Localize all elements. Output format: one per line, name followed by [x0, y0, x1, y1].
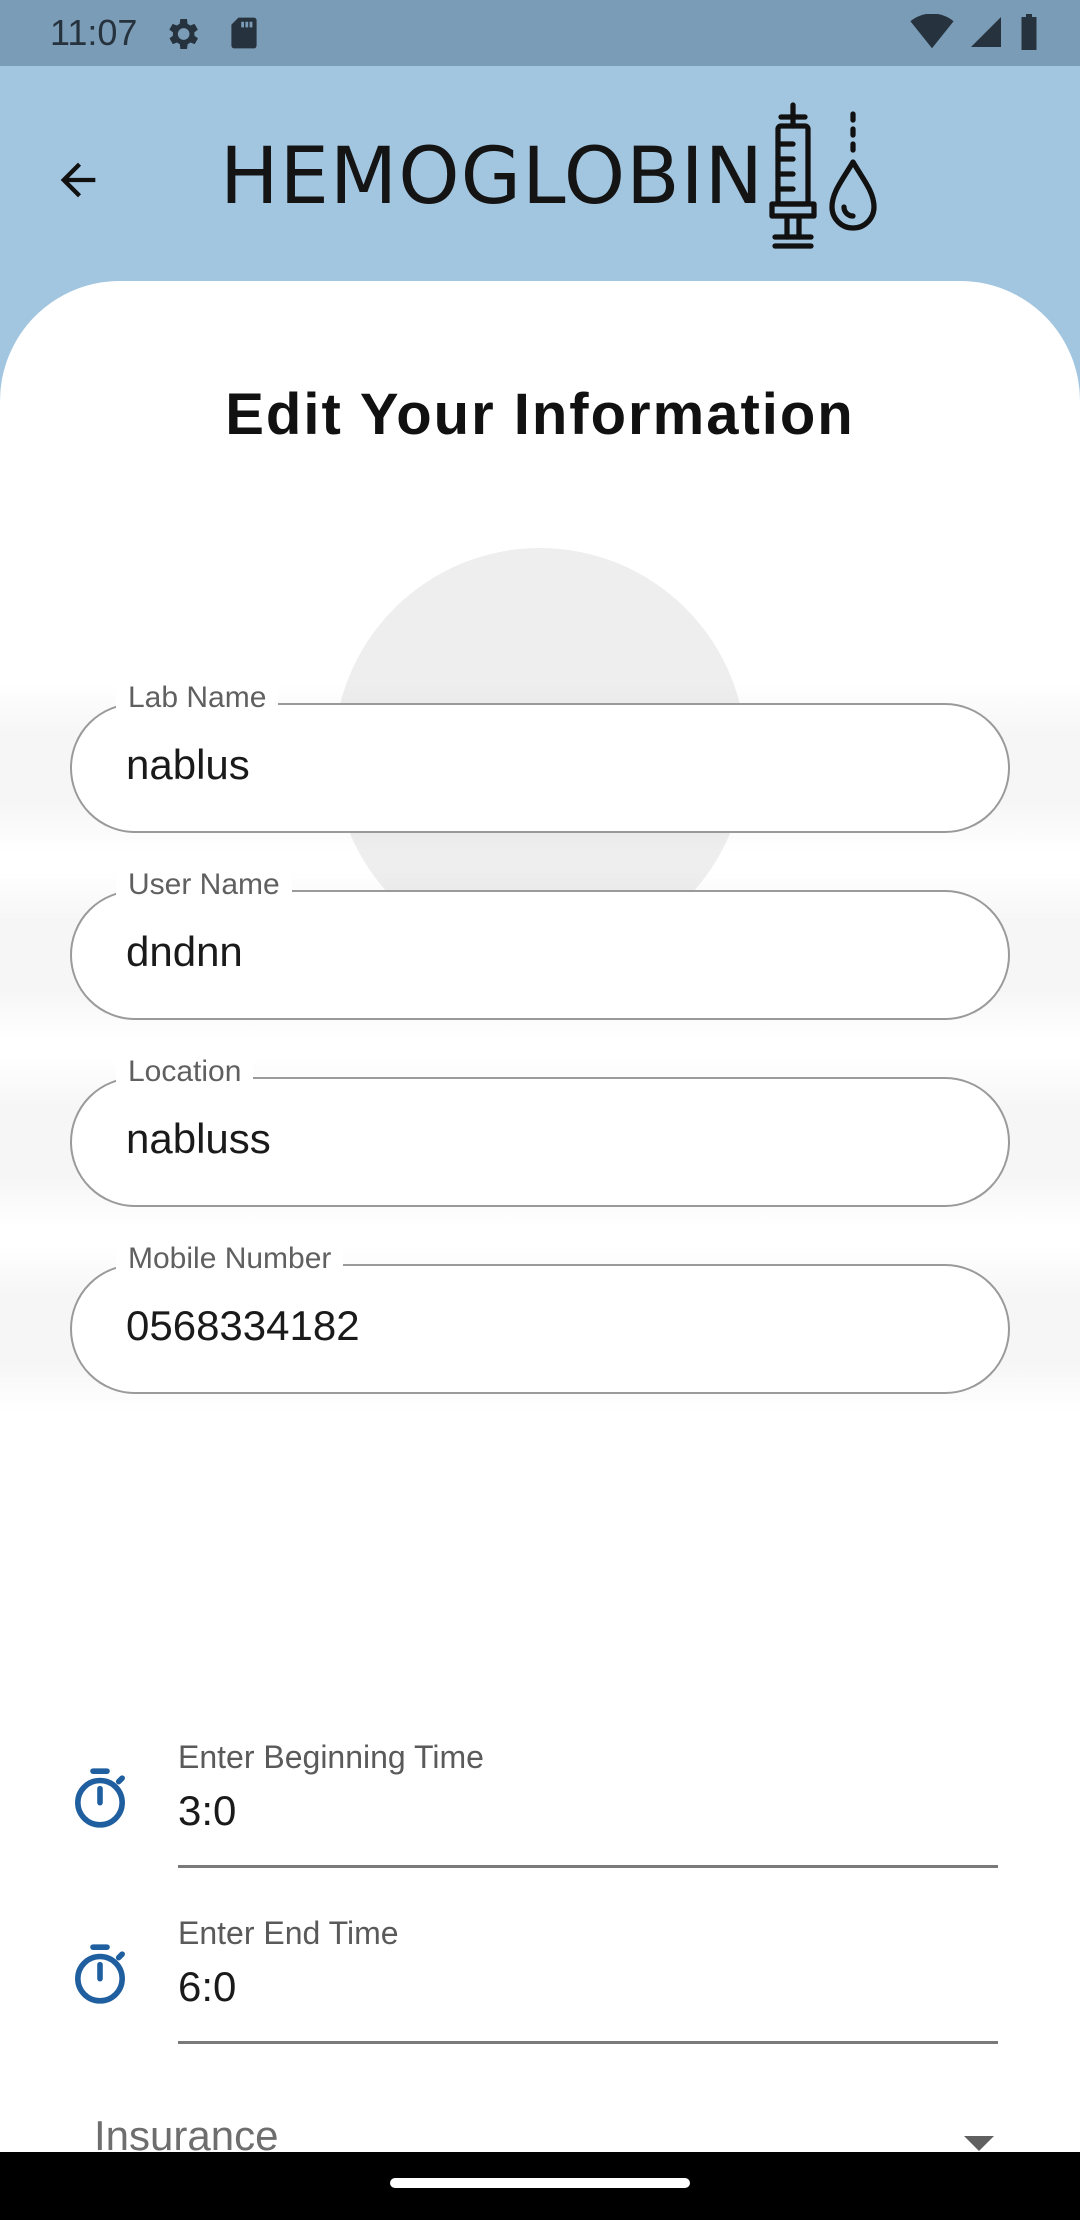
- location-value: nabluss: [126, 1115, 271, 1162]
- user-name-value: dndnn: [126, 928, 243, 975]
- mobile-number-label: Mobile Number: [116, 1242, 344, 1276]
- app-bar: HEMOGLOBIN: [0, 66, 1080, 281]
- back-button[interactable]: [38, 140, 118, 220]
- begin-time-row[interactable]: Enter Beginning Time 3:0: [0, 1739, 1080, 1889]
- location-field[interactable]: Location nabluss: [70, 1055, 1010, 1207]
- lab-name-value: nablus: [126, 741, 250, 788]
- mobile-number-field[interactable]: Mobile Number 0568334182: [70, 1242, 1010, 1394]
- status-icons: [910, 14, 1040, 50]
- begin-time-value: 3:0: [178, 1787, 237, 1834]
- lab-name-field[interactable]: Lab Name nablus: [70, 681, 1010, 833]
- logo-text: HEMOGLOBIN: [220, 132, 765, 222]
- mobile-number-value: 0568334182: [126, 1302, 360, 1349]
- user-name-label: User Name: [116, 868, 292, 902]
- settings-icon: [169, 19, 198, 49]
- home-gesture-handle[interactable]: [390, 2178, 690, 2188]
- app-logo: HEMOGLOBIN: [220, 102, 880, 252]
- user-name-field[interactable]: User Name dndnn: [70, 868, 1010, 1020]
- timer-icon: [75, 1944, 125, 2004]
- arrow-back-icon: [60, 162, 96, 198]
- navigation-bar: [0, 2152, 1080, 2220]
- end-time-label: Enter End Time: [178, 1915, 399, 1951]
- dropdown-arrow-icon: [964, 2136, 994, 2151]
- page-title: Edit Your Information: [225, 382, 855, 447]
- begin-time-underline: [178, 1865, 998, 1868]
- location-label: Location: [116, 1055, 254, 1089]
- lab-name-label: Lab Name: [116, 681, 279, 715]
- status-time: 11:07: [50, 12, 138, 53]
- status-bar: 11:07: [0, 0, 1080, 66]
- wifi-icon: [910, 14, 954, 49]
- sd-card-icon: [231, 17, 257, 49]
- end-time-row[interactable]: Enter End Time 6:0: [0, 1915, 1080, 2065]
- timer-icon: [75, 1768, 125, 1828]
- battery-icon: [1021, 14, 1037, 50]
- end-time-underline: [178, 2041, 998, 2044]
- end-time-value: 6:0: [178, 1963, 237, 2010]
- signal-icon: [971, 17, 1001, 47]
- syringe-drop-icon: [769, 102, 877, 249]
- begin-time-label: Enter Beginning Time: [178, 1739, 484, 1775]
